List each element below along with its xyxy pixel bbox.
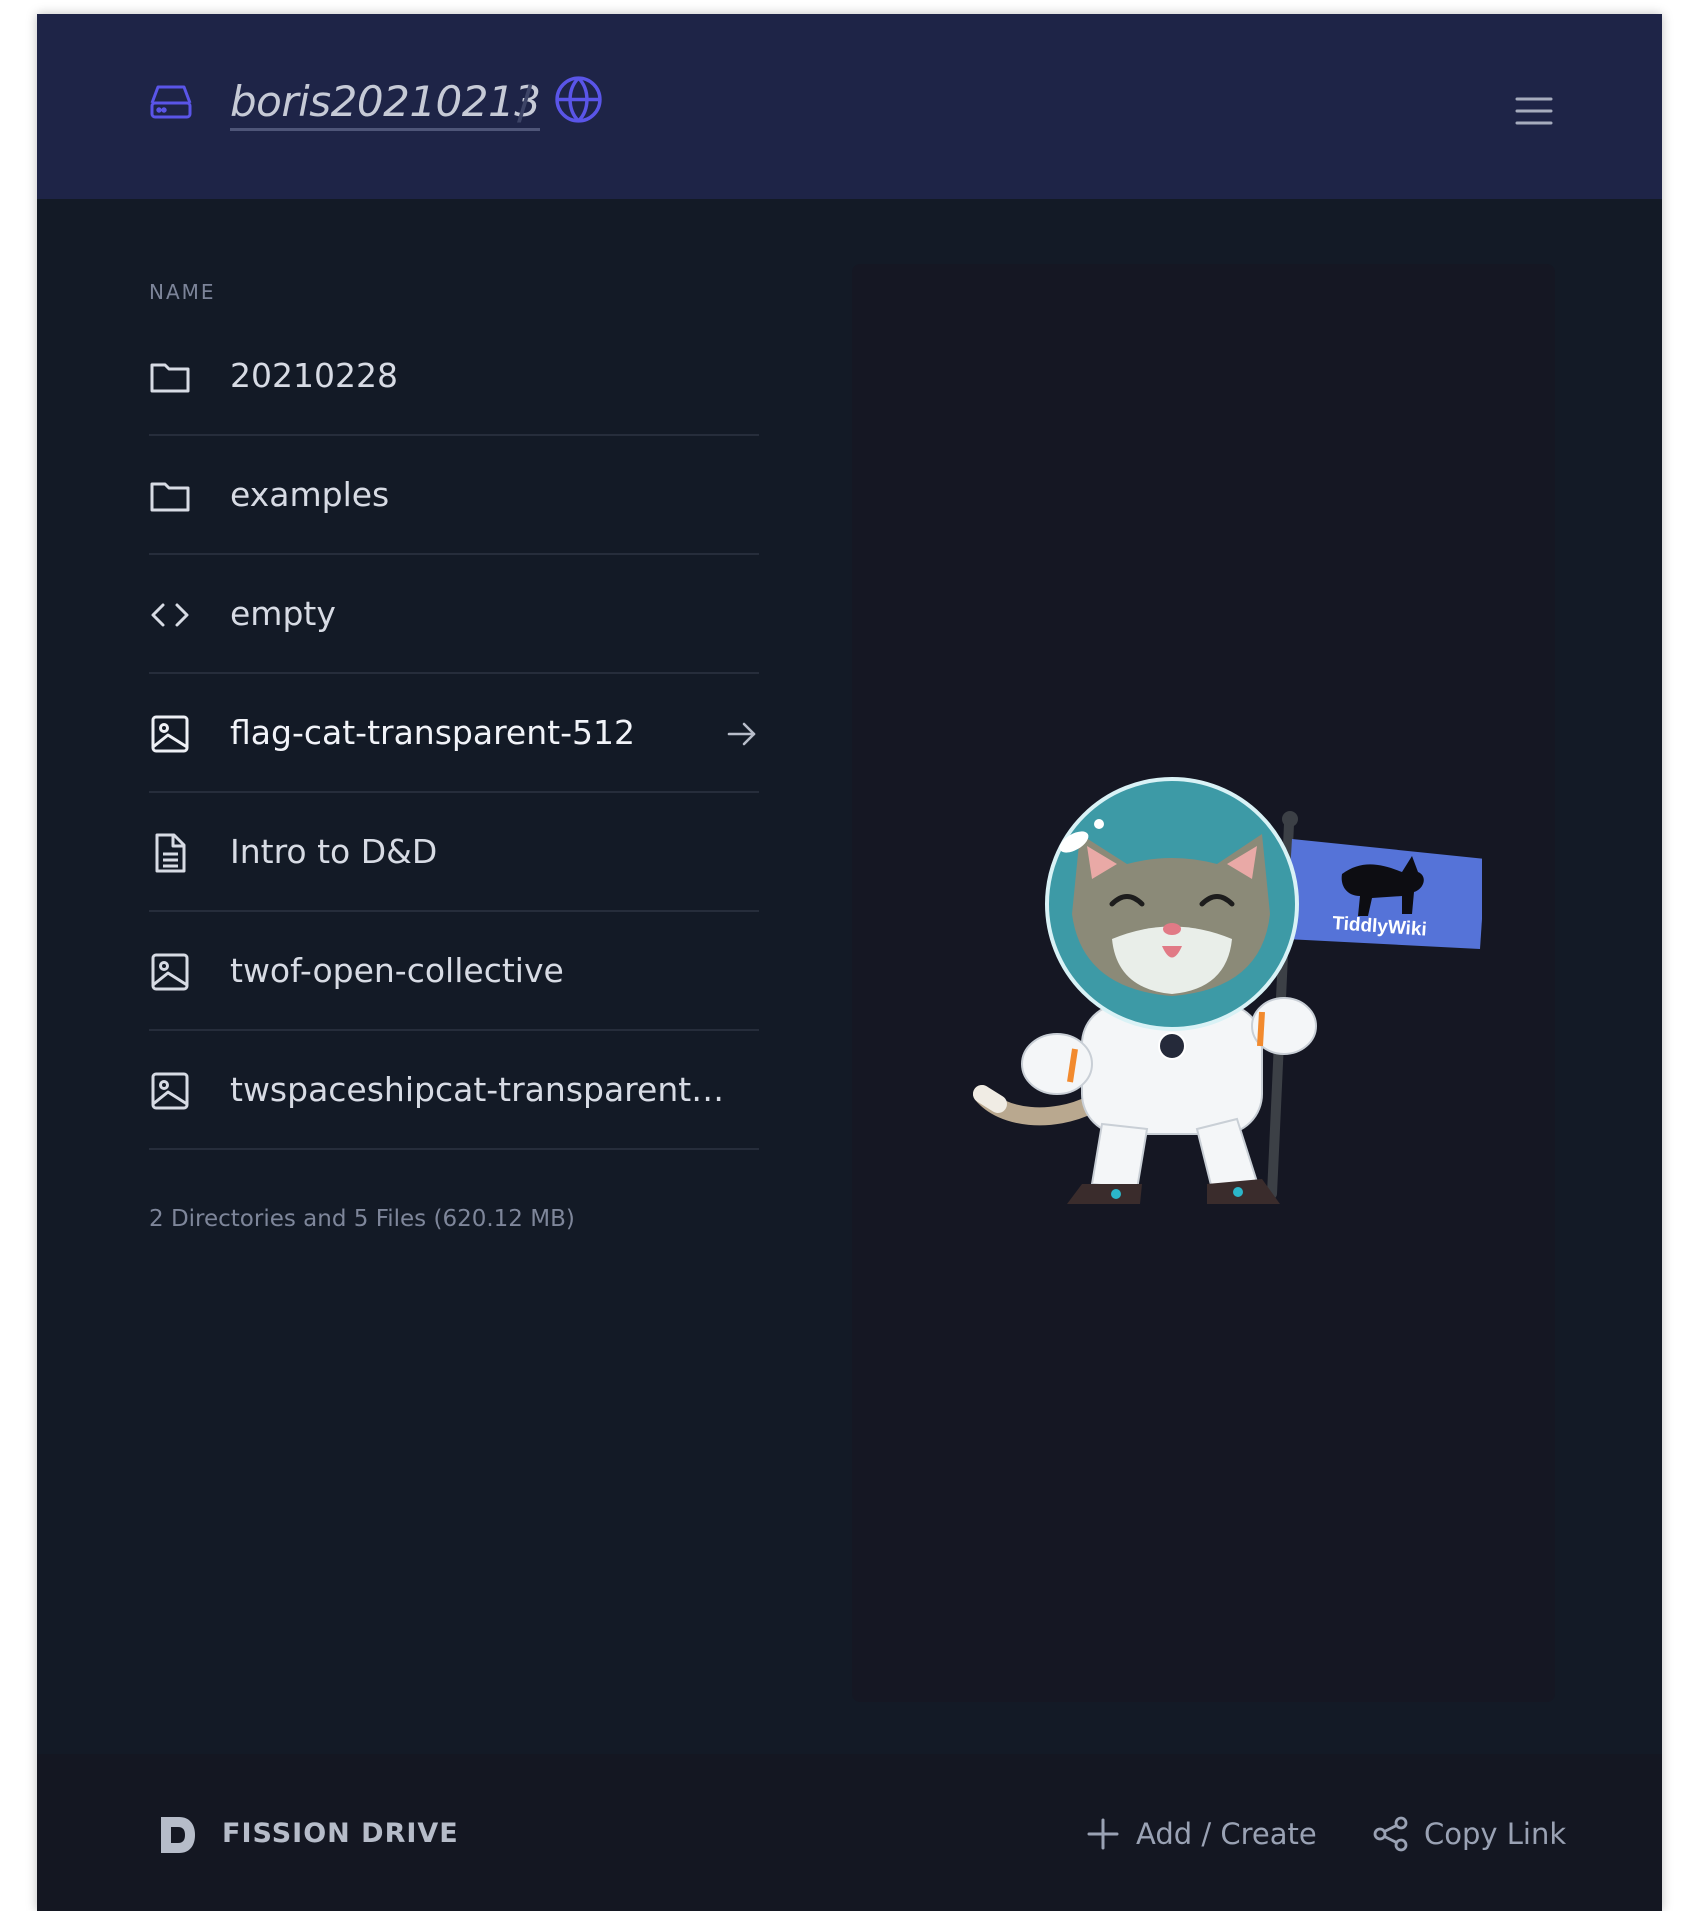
- folder-icon: [150, 482, 190, 512]
- file-name: empty: [230, 594, 336, 633]
- drive-name-breadcrumb[interactable]: boris20210213: [230, 76, 541, 131]
- file-name: twof-open-collective: [230, 951, 564, 990]
- file-name: examples: [230, 475, 390, 514]
- folder-icon: [150, 363, 190, 393]
- file-name: Intro to D&D: [230, 832, 438, 871]
- image-icon: [151, 953, 189, 991]
- list-item[interactable]: examples: [149, 436, 759, 555]
- app-window: boris20210213 / NAME 20210228 examples e…: [37, 14, 1662, 1911]
- breadcrumb-separator: /: [517, 75, 533, 129]
- list-item[interactable]: twof-open-collective: [149, 912, 759, 1031]
- list-item[interactable]: Intro to D&D: [149, 793, 759, 912]
- globe-icon[interactable]: [554, 75, 603, 124]
- list-item[interactable]: twspaceshipcat-transparent…: [149, 1031, 759, 1150]
- brand-name: FISSION DRIVE: [222, 1818, 459, 1849]
- add-create-label: Add / Create: [1136, 1817, 1317, 1851]
- hamburger-menu-icon[interactable]: [1515, 96, 1553, 126]
- arrow-right-icon[interactable]: [725, 717, 759, 751]
- code-icon: [151, 603, 189, 627]
- image-icon: [151, 1072, 189, 1110]
- list-item-selected[interactable]: flag-cat-transparent-512: [149, 674, 759, 793]
- image-preview-panel: TiddlyWiki: [852, 264, 1555, 1702]
- add-create-button[interactable]: Add / Create: [1084, 1812, 1317, 1856]
- list-item[interactable]: empty: [149, 555, 759, 674]
- copy-link-button[interactable]: Copy Link: [1372, 1812, 1566, 1856]
- document-icon: [155, 833, 186, 873]
- footer: FISSION DRIVE Add / Create Copy Link: [37, 1754, 1662, 1911]
- file-name: twspaceshipcat-transparent…: [230, 1070, 725, 1109]
- directory-summary: 2 Directories and 5 Files (620.12 MB): [149, 1206, 575, 1232]
- share-icon: [1373, 1816, 1408, 1852]
- hard-drive-icon: [150, 85, 192, 119]
- column-header-name: NAME: [149, 280, 216, 304]
- file-name: 20210228: [230, 356, 398, 395]
- file-list: 20210228 examples empty flag-cat-transpa…: [149, 317, 759, 1150]
- plus-icon: [1087, 1818, 1119, 1850]
- file-name: flag-cat-transparent-512: [230, 713, 635, 752]
- image-icon: [151, 715, 189, 753]
- list-item[interactable]: 20210228: [149, 317, 759, 436]
- header: boris20210213 /: [37, 14, 1662, 199]
- fission-logo-icon: [161, 1817, 195, 1853]
- astronaut-cat-image: TiddlyWiki: [973, 777, 1482, 1204]
- copy-link-label: Copy Link: [1424, 1817, 1567, 1851]
